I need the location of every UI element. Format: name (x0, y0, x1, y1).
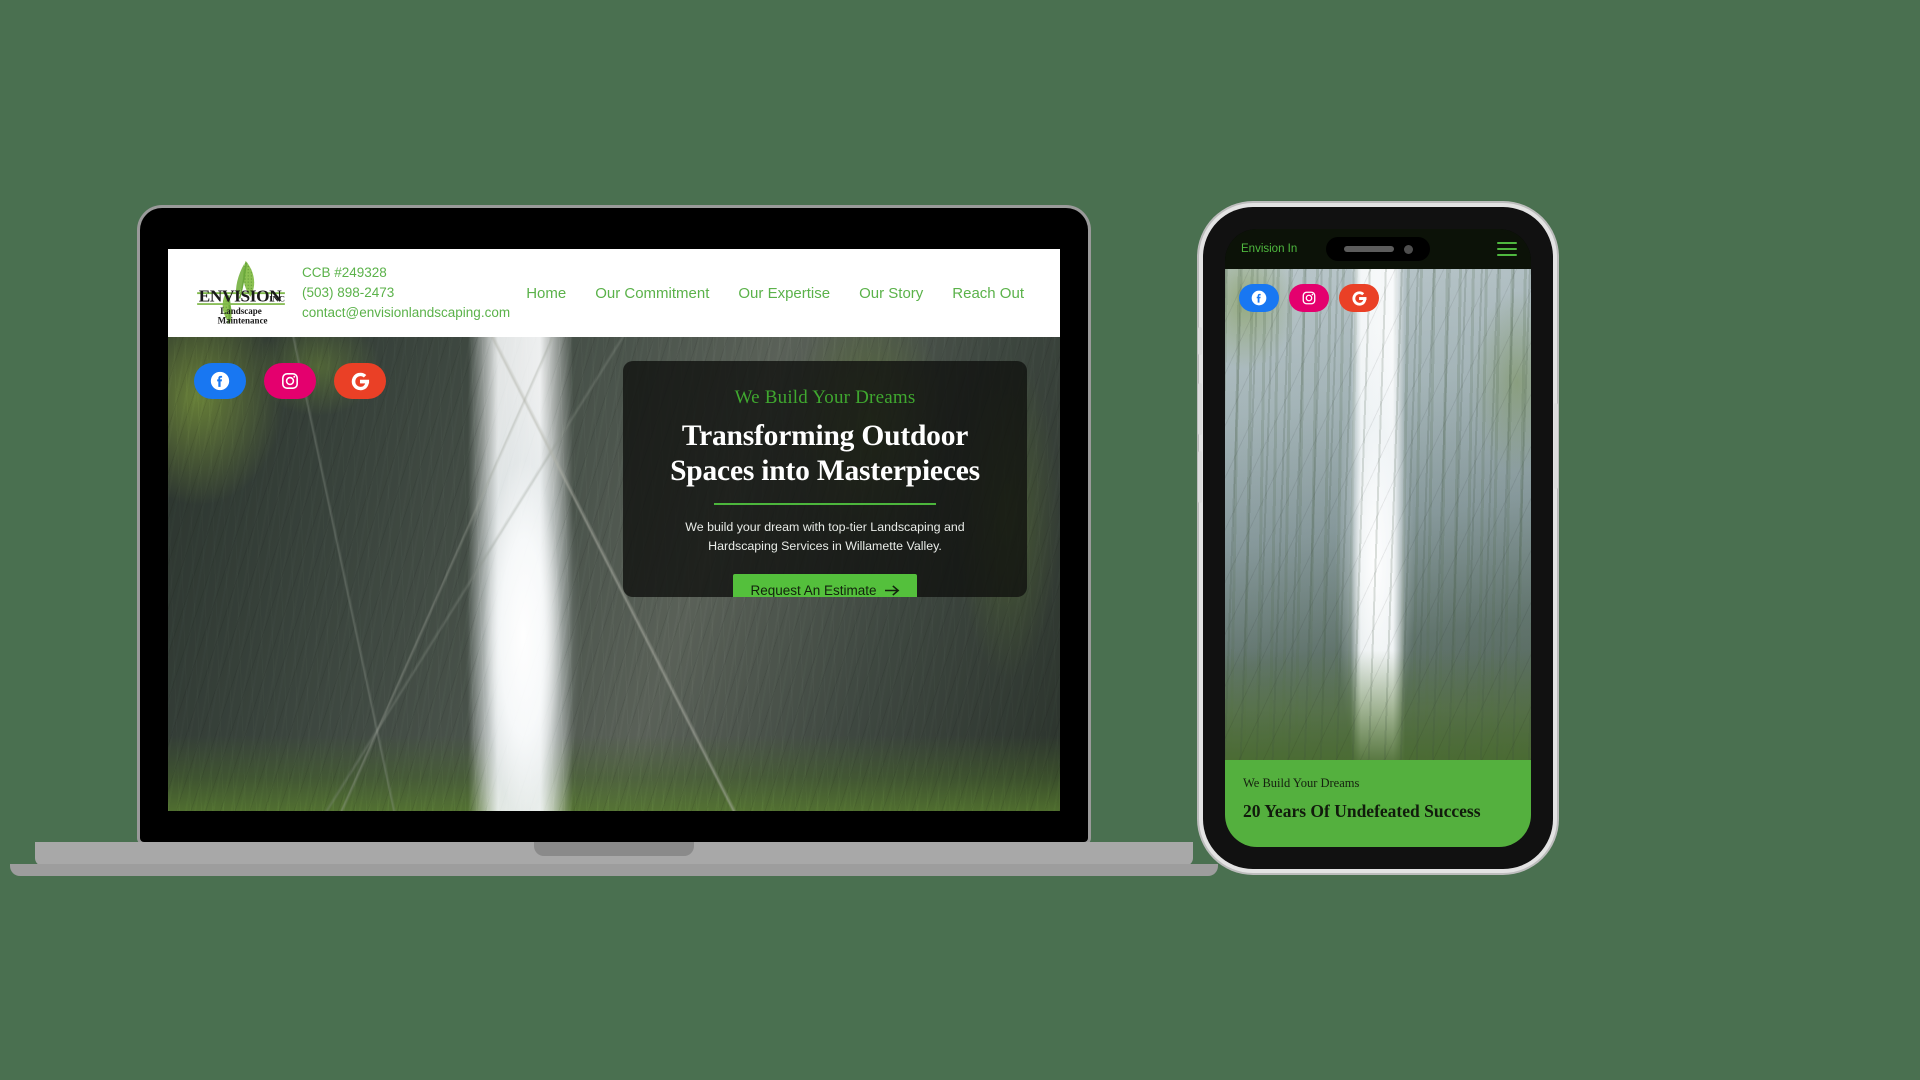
hero-title: Transforming Outdoor Spaces into Masterp… (670, 420, 980, 487)
phone-dynamic-island (1326, 237, 1430, 261)
nav-item-home[interactable]: Home (526, 285, 566, 302)
phone-link[interactable]: (503) 898-2473 (302, 285, 510, 301)
facebook-icon (1251, 290, 1267, 306)
social-link-instagram[interactable] (264, 363, 316, 399)
phone-social-link-facebook[interactable] (1239, 284, 1279, 312)
phone-panel-eyebrow: We Build Your Dreams (1243, 776, 1360, 790)
laptop-lid: ENVISION INC Landscape Maintenance CCB #… (140, 208, 1088, 842)
phone-screen: Envision In We Build Your Dreams 20 Year… (1225, 229, 1531, 847)
svg-text:INC: INC (269, 294, 285, 304)
phone-background-photo (1225, 262, 1531, 760)
email-link[interactable]: contact@envisionlandscaping.com (302, 305, 510, 321)
phone-green-panel: We Build Your Dreams 20 Years Of Undefea… (1225, 760, 1531, 847)
header-contact-details: CCB #249328 (503) 898-2473 contact@envis… (302, 265, 510, 321)
phone-social-link-google[interactable] (1339, 284, 1379, 312)
laptop-base-notch (534, 842, 694, 856)
phone-silence-switch[interactable] (1198, 327, 1202, 355)
google-icon (1351, 290, 1366, 306)
request-estimate-label: Request An Estimate (750, 582, 877, 597)
phone-panel-title: 20 Years Of Undefeated Success (1243, 801, 1481, 821)
nav-item-our-story[interactable]: Our Story (859, 285, 923, 302)
google-icon (351, 372, 369, 390)
phone-volume-down-button[interactable] (1198, 451, 1202, 503)
phone-brand-label: Envision In (1241, 243, 1298, 255)
phone-social-link-instagram[interactable] (1289, 284, 1329, 312)
forest-photo-layer (1225, 262, 1531, 760)
laptop-base-lip (10, 864, 1218, 876)
phone-volume-up-button[interactable] (1198, 383, 1202, 435)
instagram-icon (282, 373, 298, 389)
facebook-icon (210, 371, 230, 391)
phone-power-button[interactable] (1554, 403, 1558, 489)
site-header: ENVISION INC Landscape Maintenance CCB #… (168, 249, 1060, 337)
hero-eyebrow: We Build Your Dreams (734, 387, 916, 408)
phone-frame: Envision In We Build Your Dreams 20 Year… (1198, 207, 1558, 869)
leaf-logo-icon: ENVISION INC Landscape Maintenance (197, 260, 285, 326)
laptop-screen: ENVISION INC Landscape Maintenance CCB #… (168, 249, 1060, 811)
social-links-row (194, 363, 386, 399)
phone-front-camera (1403, 244, 1413, 254)
phone-social-links-row (1239, 284, 1379, 312)
hero-content-card: We Build Your Dreams Transforming Outdoo… (623, 361, 1027, 597)
social-link-google[interactable] (334, 363, 386, 399)
nav-item-reach-out[interactable]: Reach Out (952, 285, 1024, 302)
svg-text:Maintenance: Maintenance (218, 316, 268, 326)
hero-subtitle: We build your dream with top-tier Landsc… (685, 520, 965, 554)
svg-text:Landscape: Landscape (220, 306, 262, 316)
phone-mockup: Envision In We Build Your Dreams 20 Year… (1198, 207, 1558, 869)
hamburger-menu-icon[interactable] (1497, 242, 1517, 256)
hero-divider (714, 503, 936, 505)
phone-earpiece-speaker (1343, 246, 1394, 252)
request-estimate-button[interactable]: Request An Estimate (733, 573, 917, 597)
social-link-facebook[interactable] (194, 363, 246, 399)
arrow-right-icon (884, 585, 899, 596)
brand-block[interactable]: ENVISION INC Landscape Maintenance CCB #… (194, 259, 510, 327)
nav-item-our-expertise[interactable]: Our Expertise (738, 285, 830, 302)
nav-item-our-commitment[interactable]: Our Commitment (595, 285, 709, 302)
main-navigation: Home Our Commitment Our Expertise Our St… (526, 285, 1034, 302)
instagram-icon (1302, 291, 1316, 305)
laptop-mockup: ENVISION INC Landscape Maintenance CCB #… (10, 208, 1218, 880)
ccb-license-text: CCB #249328 (302, 265, 387, 281)
